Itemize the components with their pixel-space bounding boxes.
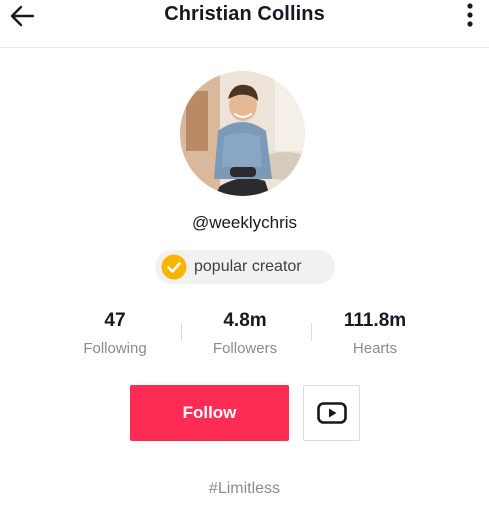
following-label: Following — [83, 340, 147, 357]
stat-hearts[interactable]: 111.8m Hearts — [305, 309, 445, 359]
popular-creator-badge[interactable]: popular creator — [155, 250, 335, 284]
username: @weeklychris — [191, 213, 298, 232]
youtube-icon — [316, 402, 347, 424]
stat-following[interactable]: 47 Following — [45, 309, 185, 359]
avatar[interactable] — [180, 71, 305, 196]
page-title: Christian Collins — [164, 3, 325, 25]
check-circle-icon — [161, 254, 187, 280]
hearts-count: 111.8m — [343, 310, 407, 331]
hearts-label: Hearts — [352, 340, 398, 357]
follow-button[interactable]: Follow — [130, 385, 289, 441]
followers-count: 4.8m — [223, 310, 267, 331]
stat-followers[interactable]: 4.8m Followers — [175, 309, 315, 359]
top-bar: Christian Collins — [0, 0, 489, 48]
following-count: 47 — [104, 310, 126, 331]
badge-label: popular creator — [194, 258, 302, 275]
more-options-button[interactable] — [457, 0, 483, 30]
followers-label: Followers — [212, 340, 278, 357]
youtube-button[interactable] — [303, 385, 360, 441]
profile-photo — [180, 71, 305, 196]
profile-screen: Christian Collins @weeklychris popular c… — [0, 0, 489, 532]
more-vertical-icon — [467, 3, 473, 27]
bio-text: #Limitless — [208, 480, 281, 497]
